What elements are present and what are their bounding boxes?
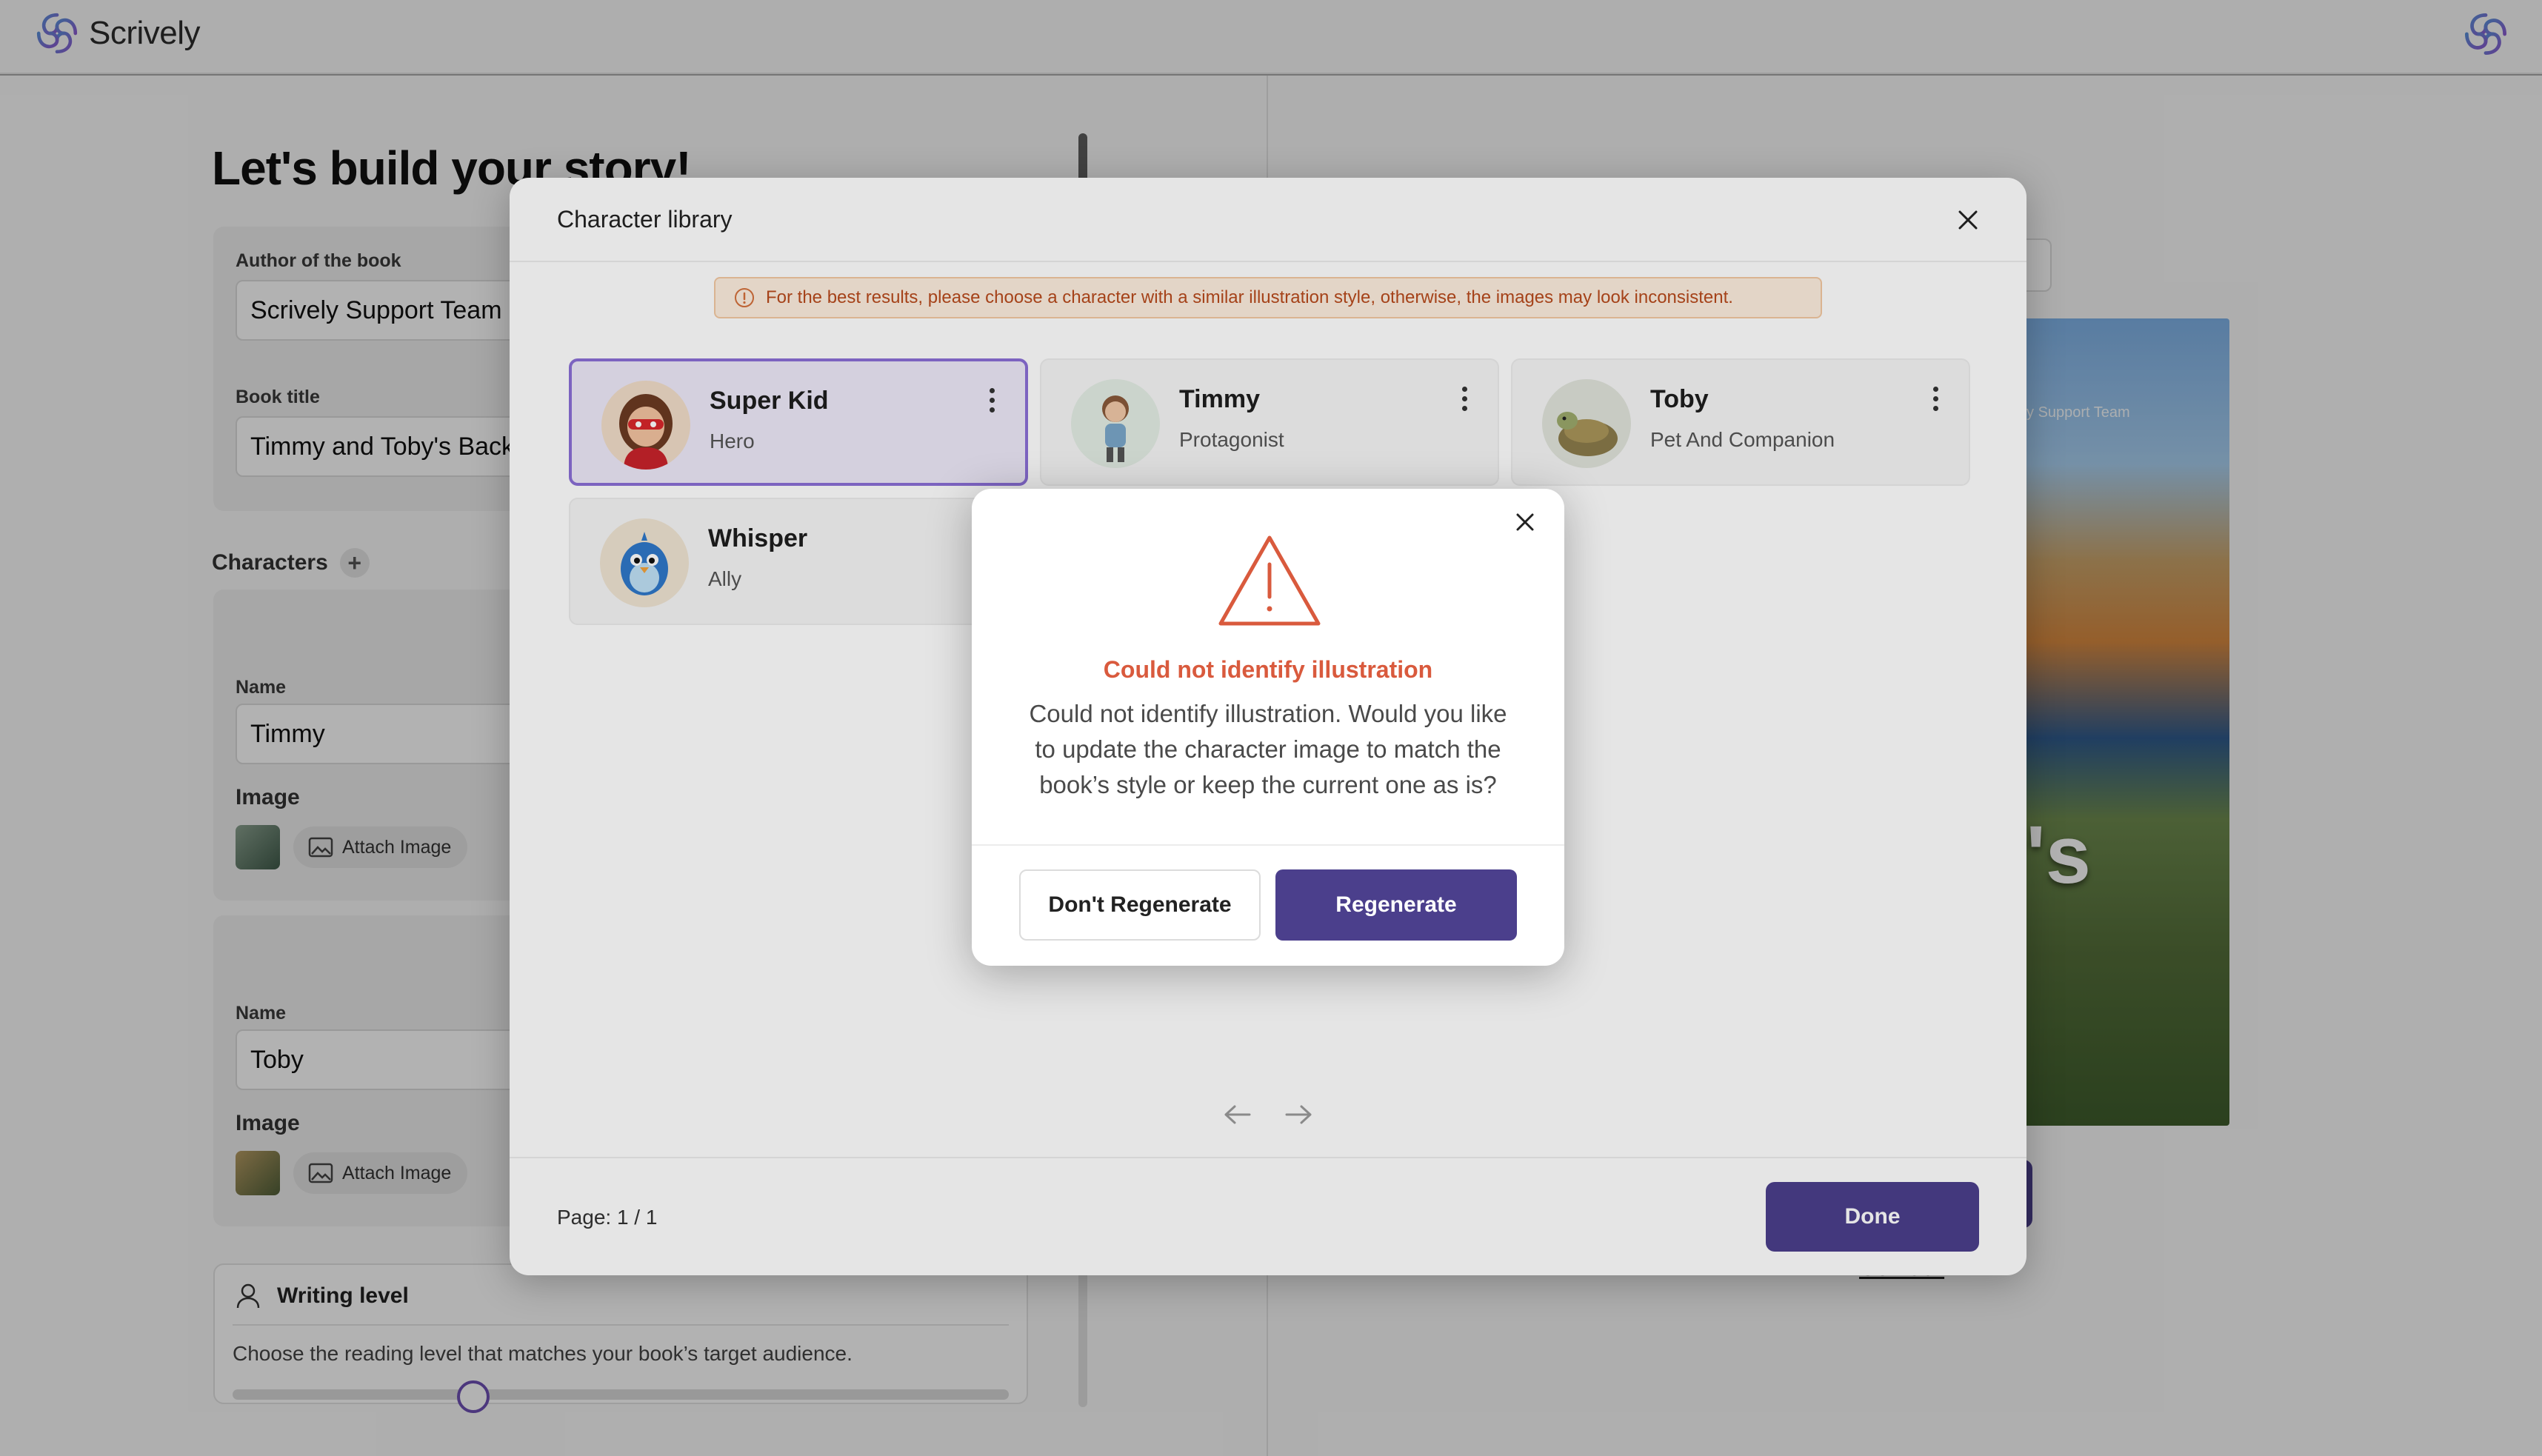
illustration-alert-dialog: Could not identify illustration Could no… [972,489,1564,966]
close-icon [1516,513,1534,531]
dont-regenerate-button[interactable]: Don't Regenerate [1019,869,1261,941]
warning-triangle-icon [1218,535,1321,626]
regenerate-button[interactable]: Regenerate [1275,869,1517,941]
alert-divider [972,844,1564,846]
alert-title: Could not identify illustration [1103,656,1433,683]
alert-message: Could not identify illustration. Would y… [1029,700,1507,798]
alert-close-button[interactable] [1508,505,1542,539]
